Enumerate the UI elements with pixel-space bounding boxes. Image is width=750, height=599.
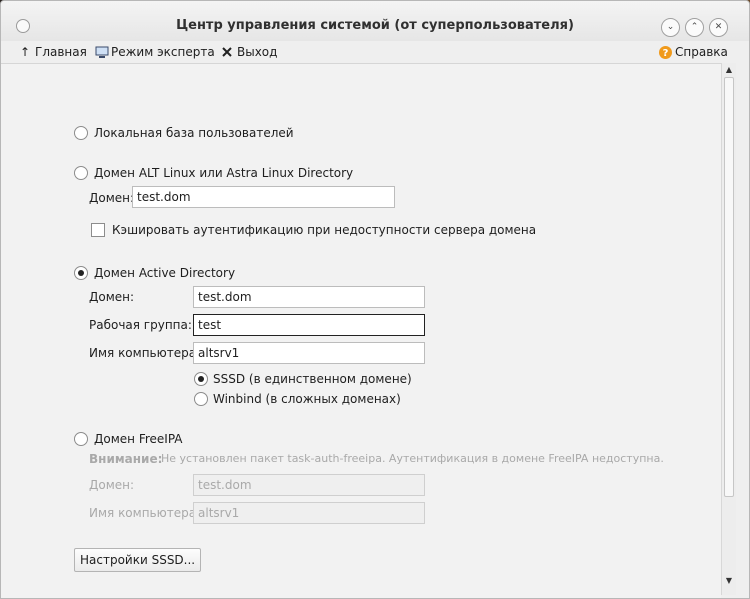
alt-domain-field-label: Домен:	[89, 191, 135, 205]
freeipa-computer-input	[193, 502, 425, 524]
ad-computer-label: Имя компьютера:	[89, 346, 201, 360]
freeipa-domain-label: Домен:	[89, 478, 135, 492]
ad-workgroup-label: Рабочая группа:	[89, 318, 192, 332]
exit-label: Выход	[237, 45, 278, 59]
ad-computer-input[interactable]	[193, 342, 425, 364]
ad-domain-label: Домен:	[89, 290, 135, 304]
home-label: Главная	[35, 45, 87, 59]
titlebar[interactable]: Центр управления системой (от суперпольз…	[1, 1, 749, 41]
cache-auth-label[interactable]: Кэшировать аутентификацию при недоступно…	[112, 223, 536, 237]
freeipa-computer-label: Имя компьютера:	[89, 506, 201, 520]
scroll-down-icon[interactable]: ▼	[722, 575, 736, 587]
radio-sssd-label[interactable]: SSSD (в единственном домене)	[213, 372, 412, 386]
expert-mode-label: Режим эксперта	[111, 45, 215, 59]
svg-text:?: ?	[663, 48, 669, 59]
radio-active-directory-label[interactable]: Домен Active Directory	[94, 266, 235, 280]
toolbar: ↑ Главная Режим эксперта Выход ? Справка	[1, 41, 749, 63]
monitor-icon	[95, 46, 109, 58]
exit-button[interactable]: Выход	[221, 45, 277, 59]
freeipa-domain-input	[193, 474, 425, 496]
radio-alt-domain-label[interactable]: Домен ALT Linux или Astra Linux Director…	[94, 166, 353, 180]
radio-active-directory[interactable]	[74, 266, 88, 280]
close-icon[interactable]: ✕	[709, 18, 728, 37]
cache-auth-checkbox[interactable]	[91, 223, 105, 237]
radio-freeipa-label[interactable]: Домен FreeIPA	[94, 432, 183, 446]
window-title: Центр управления системой (от суперпольз…	[176, 18, 574, 33]
window: Центр управления системой (от суперпольз…	[0, 0, 750, 599]
scrollbar-thumb[interactable]	[724, 77, 734, 497]
scroll-up-icon[interactable]: ▲	[722, 64, 736, 76]
radio-winbind-label[interactable]: Winbind (в сложных доменах)	[213, 392, 401, 406]
radio-sssd[interactable]	[194, 372, 208, 386]
freeipa-warning-text: Не установлен пакет task-auth-freeipa. А…	[161, 452, 664, 465]
ad-workgroup-input[interactable]	[193, 314, 425, 336]
maximize-icon[interactable]: ⌃	[685, 18, 704, 37]
ad-domain-input[interactable]	[193, 286, 425, 308]
vertical-scrollbar[interactable]: ▲ ▼	[721, 63, 736, 595]
sssd-settings-button[interactable]: Настройки SSSD...	[74, 548, 202, 572]
exit-x-icon	[221, 46, 233, 58]
arrow-up-icon: ↑	[19, 45, 31, 59]
minimize-icon[interactable]: ⌄	[661, 18, 680, 37]
radio-freeipa[interactable]	[74, 432, 88, 446]
auth-settings-panel: Локальная база пользователей Домен ALT L…	[1, 63, 721, 598]
help-button[interactable]: ? Справка	[659, 45, 728, 59]
radio-winbind[interactable]	[194, 392, 208, 406]
radio-alt-domain[interactable]	[74, 166, 88, 180]
home-button[interactable]: ↑ Главная	[19, 45, 87, 59]
expert-mode-button[interactable]: Режим эксперта	[95, 45, 215, 59]
help-label: Справка	[675, 45, 728, 59]
freeipa-warning-title: Внимание:	[89, 452, 163, 466]
alt-domain-input[interactable]	[132, 186, 395, 208]
radio-local-label[interactable]: Локальная база пользователей	[94, 126, 294, 140]
help-icon: ?	[659, 46, 672, 59]
radio-local[interactable]	[74, 126, 88, 140]
